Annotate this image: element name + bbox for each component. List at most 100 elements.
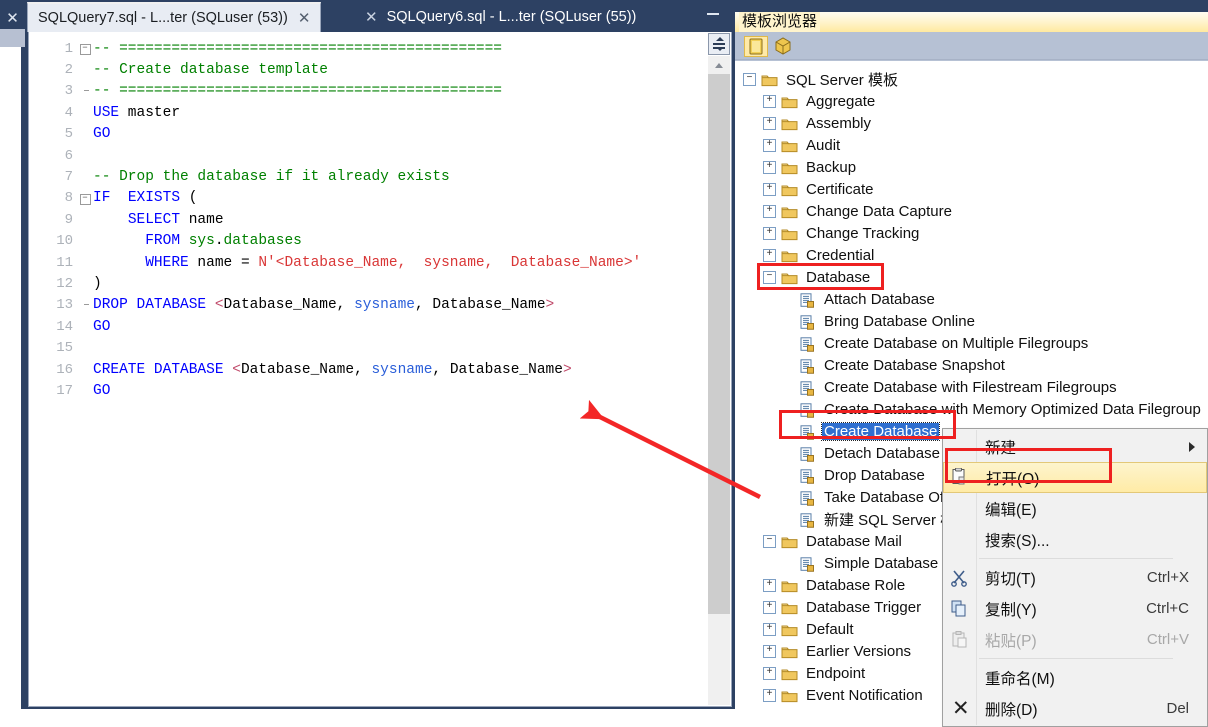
- tree-item[interactable]: + Change Data Capture: [735, 200, 1208, 222]
- tree-item-label: Default: [806, 620, 854, 638]
- menu-separator: [979, 658, 1173, 659]
- tab-sqlquery6[interactable]: ✕ SQLQuery6.sql - L...ter (SQLuser (55)): [355, 2, 646, 32]
- line-number: 7: [64, 169, 73, 186]
- collapse-minus-icon[interactable]: −: [763, 534, 776, 548]
- scroll-up-arrow-icon[interactable]: [708, 56, 730, 74]
- tree-item[interactable]: Create Database Snapshot: [735, 354, 1208, 376]
- tree-item-label: SQL Server 模板: [786, 71, 898, 89]
- menu-item-shortcut: Ctrl+X: [1146, 569, 1189, 586]
- expand-plus-icon[interactable]: +: [763, 666, 776, 680]
- tree-item[interactable]: Bring Database Online: [735, 310, 1208, 332]
- tree-item-label: Create Database with Memory Optimized Da…: [824, 400, 1201, 418]
- code-area[interactable]: 1− -- ===================================…: [29, 32, 731, 706]
- line-number: 8: [64, 190, 73, 207]
- tree-item[interactable]: + Backup: [735, 156, 1208, 178]
- line-number: 17: [56, 382, 73, 399]
- collapse-minus-icon[interactable]: −: [743, 72, 756, 86]
- open-file-icon: [944, 462, 976, 493]
- expand-plus-icon[interactable]: +: [763, 688, 776, 702]
- code-fold-marker[interactable]: −: [77, 192, 93, 205]
- menu-item[interactable]: 剪切(T) Ctrl+X: [943, 562, 1207, 593]
- tree-item[interactable]: + Change Tracking: [735, 222, 1208, 244]
- menu-item[interactable]: 新建: [943, 431, 1207, 462]
- tree-item[interactable]: + Certificate: [735, 178, 1208, 200]
- line-number: 16: [56, 361, 73, 378]
- collapse-minus-icon[interactable]: −: [763, 270, 776, 284]
- context-menu[interactable]: 新建打开(O) 编辑(E) 搜索(S)... 剪切(T) Ctrl+X 复制(Y) Ctrl…: [942, 428, 1208, 727]
- close-icon[interactable]: ✕: [0, 11, 25, 26]
- submenu-arrow-icon[interactable]: [1189, 442, 1195, 452]
- tab-list-dropdown-icon[interactable]: [705, 8, 721, 24]
- expand-plus-icon[interactable]: +: [763, 94, 776, 108]
- tree-item-label: Bring Database Online: [824, 312, 975, 330]
- database-template-icon[interactable]: [744, 36, 768, 57]
- expand-plus-icon[interactable]: +: [763, 182, 776, 196]
- tree-item[interactable]: − SQL Server 模板: [735, 68, 1208, 90]
- tree-item[interactable]: + Aggregate: [735, 90, 1208, 112]
- folder-icon: [761, 73, 778, 88]
- tree-item-label: Create Database on Multiple Filegroups: [824, 334, 1089, 352]
- menu-item[interactable]: 打开(O): [943, 462, 1207, 493]
- folder-icon: [781, 117, 798, 132]
- expand-plus-icon[interactable]: +: [763, 622, 776, 636]
- menu-item[interactable]: 重命名(M): [943, 662, 1207, 693]
- editor-tabstrip: SQLQuery7.sql - L...ter (SQLuser (53)) ✕…: [25, 0, 735, 32]
- expand-plus-icon[interactable]: +: [763, 248, 776, 262]
- line-number: 2: [64, 62, 73, 79]
- menu-item[interactable]: 搜索(S)...: [943, 524, 1207, 555]
- editor-vertical-scrollbar[interactable]: [708, 56, 730, 705]
- tree-item-label: Event Notification: [806, 686, 923, 704]
- menu-item-label: 重命名(M): [985, 670, 1055, 688]
- tree-item[interactable]: Create Database with Memory Optimized Da…: [735, 398, 1208, 420]
- close-icon[interactable]: ✕: [298, 11, 311, 26]
- tree-item[interactable]: + Assembly: [735, 112, 1208, 134]
- line-number: 10: [56, 233, 73, 250]
- expand-plus-icon[interactable]: +: [763, 644, 776, 658]
- expand-plus-icon[interactable]: +: [763, 138, 776, 152]
- tree-item[interactable]: Create Database on Multiple Filegroups: [735, 332, 1208, 354]
- expand-plus-icon[interactable]: +: [763, 204, 776, 218]
- tree-item[interactable]: + Credential: [735, 244, 1208, 266]
- package-box-icon[interactable]: [772, 36, 796, 57]
- tree-item[interactable]: Attach Database: [735, 288, 1208, 310]
- expand-plus-icon[interactable]: +: [763, 600, 776, 614]
- template-file-icon: [799, 380, 816, 396]
- tree-item[interactable]: − Database: [735, 266, 1208, 288]
- close-icon[interactable]: ✕: [365, 10, 378, 25]
- tab-sqlquery7[interactable]: SQLQuery7.sql - L...ter (SQLuser (53)) ✕: [27, 2, 322, 32]
- expand-plus-icon[interactable]: +: [763, 116, 776, 130]
- tree-item-label: Database Role: [806, 576, 906, 594]
- menu-item-label: 新建: [985, 439, 1017, 457]
- expand-plus-icon[interactable]: +: [763, 226, 776, 240]
- tree-item-label: Assembly: [806, 114, 872, 132]
- folder-icon: [781, 249, 798, 264]
- template-file-icon: [799, 446, 816, 462]
- menu-item[interactable]: 复制(Y) Ctrl+C: [943, 593, 1207, 624]
- line-number: 9: [64, 211, 73, 228]
- copy-icon: [943, 593, 975, 624]
- expand-plus-icon[interactable]: +: [763, 160, 776, 174]
- menu-item-label: 剪切(T): [985, 570, 1036, 588]
- code-line: 10 FROM sys.databases: [29, 231, 731, 252]
- menu-item[interactable]: 编辑(E): [943, 493, 1207, 524]
- tree-item[interactable]: Create Database with Filestream Filegrou…: [735, 376, 1208, 398]
- tree-item[interactable]: + Audit: [735, 134, 1208, 156]
- line-number: 1: [64, 40, 73, 57]
- code-line: 15: [29, 337, 731, 358]
- menu-item-icon-slot: [943, 662, 975, 693]
- code-line: 12): [29, 273, 731, 294]
- tree-item-label: Earlier Versions: [806, 642, 912, 660]
- expand-plus-icon[interactable]: +: [763, 578, 776, 592]
- scrollbar-thumb[interactable]: [708, 74, 730, 614]
- template-file-icon: [799, 424, 816, 440]
- split-window-icon[interactable]: [708, 33, 730, 55]
- folder-icon: [781, 161, 798, 176]
- code-line: 1− -- ===================================…: [29, 38, 731, 59]
- code-fold-marker[interactable]: −: [77, 42, 93, 56]
- tree-item-label: Drop Database: [824, 466, 925, 484]
